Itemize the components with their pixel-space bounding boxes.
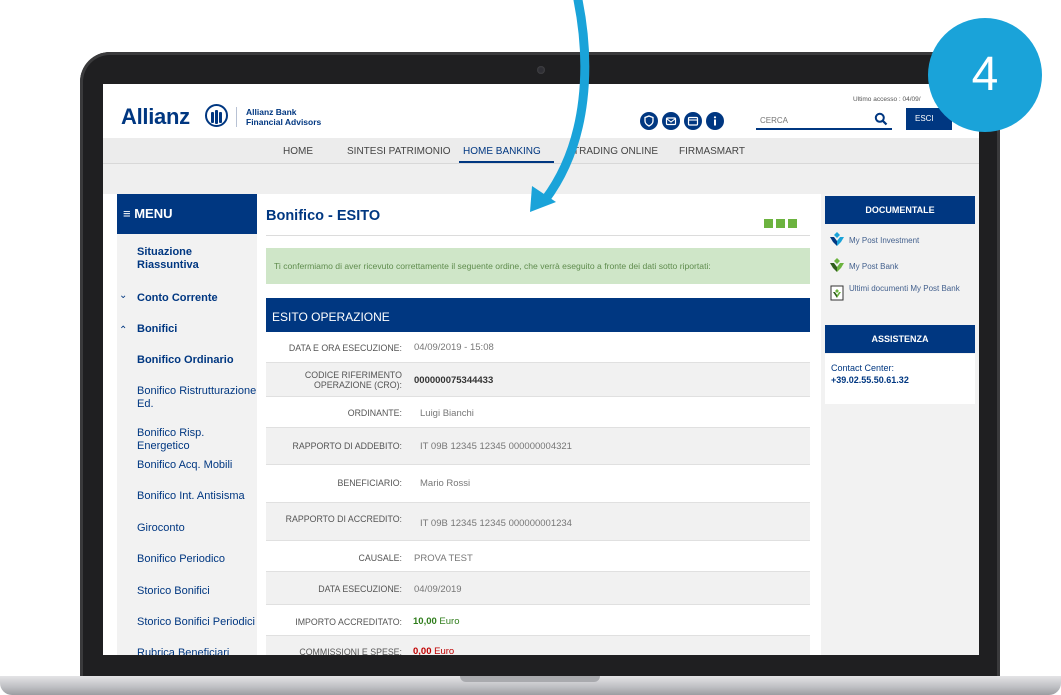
tutorial-arrow [530, 0, 590, 212]
step-number-badge: 4 [928, 18, 1042, 132]
